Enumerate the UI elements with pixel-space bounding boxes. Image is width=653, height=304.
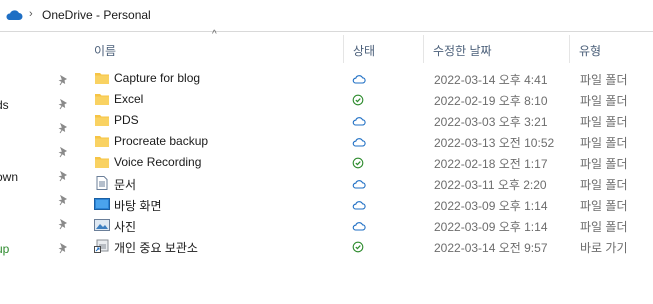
nav-item[interactable]: own [0, 168, 75, 188]
nav-item[interactable] [0, 144, 75, 164]
file-type: 파일 폴더 [580, 178, 628, 192]
pin-icon [58, 99, 68, 110]
file-type: 파일 폴더 [580, 220, 628, 234]
file-date-modified: 2022-03-13 오전 10:52 [434, 136, 555, 150]
file-date-modified: 2022-03-03 오후 3:21 [434, 115, 548, 129]
nav-item[interactable] [0, 192, 75, 212]
file-row[interactable]: 사진 2022-03-09 오후 1:14 파일 폴더 [88, 215, 653, 236]
nav-item-label: ds [0, 98, 9, 112]
pin-icon [58, 243, 68, 254]
file-date-modified: 2022-03-11 오후 2:20 [434, 178, 547, 192]
synced-check-icon [352, 94, 364, 106]
sort-ascending-icon: ^ [212, 29, 217, 40]
file-name[interactable]: Procreate backup [114, 134, 208, 148]
column-divider[interactable] [569, 35, 570, 63]
file-name[interactable]: 사진 [114, 218, 136, 235]
nav-item[interactable] [0, 216, 75, 236]
column-divider[interactable] [343, 35, 344, 63]
cloud-status-icon [352, 117, 366, 126]
file-date-modified: 2022-03-09 오후 1:14 [434, 220, 548, 234]
file-type: 파일 폴더 [580, 199, 628, 213]
file-name[interactable]: Excel [114, 92, 143, 106]
pin-icon [58, 171, 68, 182]
pictures-icon [94, 219, 110, 231]
breadcrumb-onedrive[interactable]: OneDrive - Personal [42, 8, 151, 22]
file-name[interactable]: 개인 중요 보관소 [114, 239, 198, 256]
synced-check-icon [352, 241, 364, 253]
file-name[interactable]: 바탕 화면 [114, 197, 162, 214]
folder-icon [95, 115, 109, 126]
cloud-status-icon [352, 180, 366, 189]
column-status[interactable]: 상태 [353, 42, 375, 59]
file-row[interactable]: 바탕 화면 2022-03-09 오후 1:14 파일 폴더 [88, 194, 653, 215]
address-bar[interactable]: › OneDrive - Personal [0, 0, 653, 32]
folder-icon [95, 73, 109, 84]
cloud-status-icon [352, 222, 366, 231]
nav-item[interactable]: ds [0, 96, 75, 116]
nav-item[interactable]: up [0, 240, 75, 260]
folder-icon [95, 157, 109, 168]
navigation-pane: ds own up [0, 31, 75, 304]
pin-icon [58, 219, 68, 230]
folder-icon [95, 136, 109, 147]
file-type: 파일 폴더 [580, 136, 628, 150]
file-name[interactable]: Voice Recording [114, 155, 201, 169]
file-name[interactable]: 문서 [114, 176, 136, 193]
nav-item[interactable] [0, 72, 75, 92]
pin-icon [58, 147, 68, 158]
pin-icon [58, 75, 68, 86]
column-header: ^ 이름 상태 수정한 날짜 유형 [75, 29, 653, 64]
nav-item-label: up [0, 242, 10, 256]
column-date-modified[interactable]: 수정한 날짜 [433, 42, 492, 59]
cloud-status-icon [352, 138, 366, 147]
file-name[interactable]: PDS [114, 113, 139, 127]
file-type: 파일 폴더 [580, 157, 628, 171]
file-date-modified: 2022-02-18 오전 1:17 [434, 157, 548, 171]
synced-check-icon [352, 157, 364, 169]
file-row[interactable]: PDS 2022-03-03 오후 3:21 파일 폴더 [88, 110, 653, 131]
file-type: 파일 폴더 [580, 115, 628, 129]
file-date-modified: 2022-03-14 오전 9:57 [434, 241, 548, 255]
nav-item[interactable] [0, 120, 75, 140]
cloud-status-icon [352, 75, 366, 84]
documents-icon [96, 176, 108, 190]
file-row[interactable]: Excel 2022-02-19 오후 8:10 파일 폴더 [88, 89, 653, 110]
file-row[interactable]: 문서 2022-03-11 오후 2:20 파일 폴더 [88, 173, 653, 194]
pin-icon [58, 123, 68, 134]
file-name[interactable]: Capture for blog [114, 71, 200, 85]
cloud-status-icon [352, 201, 366, 210]
file-row[interactable]: 개인 중요 보관소 2022-03-14 오전 9:57 바로 가기 [88, 236, 653, 257]
column-name[interactable]: 이름 [94, 42, 116, 59]
desktop-icon [94, 198, 110, 210]
file-type: 파일 폴더 [580, 94, 628, 108]
folder-icon [95, 94, 109, 105]
vault-shortcut-icon [94, 239, 109, 253]
file-row[interactable]: Capture for blog 2022-03-14 오후 4:41 파일 폴… [88, 68, 653, 89]
file-date-modified: 2022-03-09 오후 1:14 [434, 199, 548, 213]
file-date-modified: 2022-03-14 오후 4:41 [434, 73, 548, 87]
onedrive-cloud-icon [6, 10, 23, 20]
column-type[interactable]: 유형 [579, 42, 601, 59]
pin-icon [58, 195, 68, 206]
file-type: 파일 폴더 [580, 73, 628, 87]
file-date-modified: 2022-02-19 오후 8:10 [434, 94, 548, 108]
nav-item-label: own [0, 170, 19, 184]
chevron-right-icon[interactable]: › [29, 8, 33, 20]
column-divider[interactable] [423, 35, 424, 63]
file-row[interactable]: Procreate backup 2022-03-13 오전 10:52 파일 … [88, 131, 653, 152]
file-row[interactable]: Voice Recording 2022-02-18 오전 1:17 파일 폴더 [88, 152, 653, 173]
file-type: 바로 가기 [580, 241, 628, 255]
